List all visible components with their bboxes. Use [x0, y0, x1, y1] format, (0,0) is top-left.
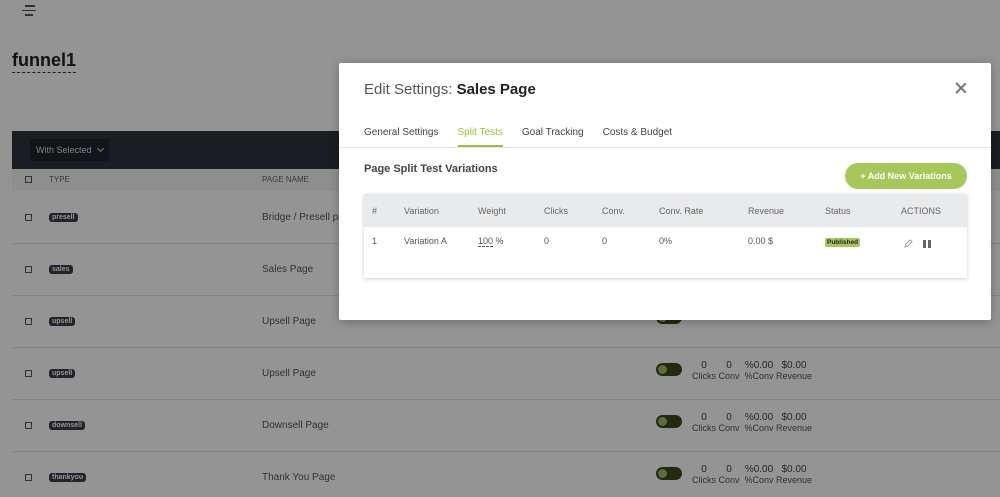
close-icon[interactable] — [955, 82, 967, 94]
edit-pencil-icon[interactable] — [904, 239, 913, 248]
header-status: Status — [825, 206, 851, 216]
tabs-divider — [339, 147, 991, 148]
section-title: Page Split Test Variations — [364, 163, 498, 175]
variation-weight[interactable]: 100 % — [478, 236, 504, 247]
header-conv-rate: Conv. Rate — [659, 206, 704, 216]
header-revenue: Revenue — [748, 206, 785, 216]
variation-num: 1 — [372, 236, 378, 246]
variations-table: # Variation Weight Clicks Conv. Conv. Ra… — [364, 194, 967, 278]
variation-conv-rate: 0% — [659, 236, 673, 246]
header-num: # — [372, 206, 378, 216]
variations-table-header: # Variation Weight Clicks Conv. Conv. Ra… — [364, 194, 967, 227]
tab-general-settings[interactable]: General Settings — [364, 127, 439, 147]
modal-title: Edit Settings: Sales Page — [364, 81, 536, 98]
modal-title-page: Sales Page — [456, 81, 536, 98]
tab-goal-tracking[interactable]: Goal Tracking — [522, 127, 584, 147]
edit-settings-modal: Edit Settings: Sales Page General Settin… — [339, 63, 991, 320]
tab-costs-budget[interactable]: Costs & Budget — [603, 127, 672, 147]
variation-name: Variation A — [404, 236, 447, 246]
add-new-variations-button[interactable]: + Add New Variations — [845, 163, 967, 189]
header-actions: ACTIONS — [901, 206, 942, 216]
modal-title-prefix: Edit Settings: — [364, 81, 457, 98]
variation-clicks: 0 — [544, 236, 550, 246]
header-variation: Variation — [404, 206, 439, 216]
variation-revenue: 0.00 $ — [748, 236, 774, 246]
variation-row: 1 Variation A 100 % 0 0 0% 0.00 $ Publis… — [364, 227, 967, 257]
header-clicks: Clicks — [544, 206, 568, 216]
header-conv: Conv. — [602, 206, 625, 216]
weight-value[interactable]: 100 — [478, 236, 494, 247]
weight-unit: % — [495, 236, 504, 246]
tab-split-tests[interactable]: Split Tests — [457, 127, 503, 147]
pause-icon[interactable] — [923, 240, 931, 248]
header-weight: Weight — [478, 206, 506, 216]
settings-tabs: General Settings Split Tests Goal Tracki… — [364, 127, 691, 147]
status-badge: Published — [825, 238, 861, 247]
variation-conv: 0 — [602, 236, 608, 246]
